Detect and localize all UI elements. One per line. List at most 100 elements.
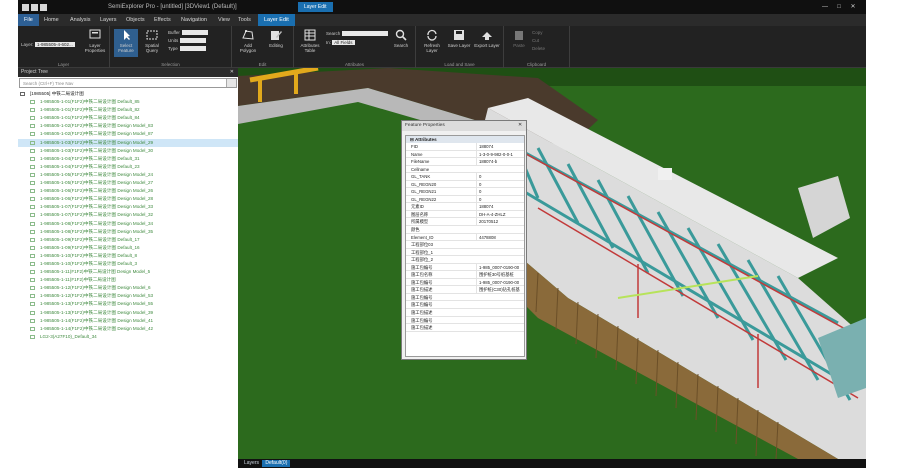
checkbox-icon[interactable] bbox=[20, 92, 25, 96]
checkbox-icon[interactable] bbox=[30, 245, 35, 250]
tree-item[interactable]: 1-985505-1-13(F1F2)中铁二局设计图 Design Model_… bbox=[18, 309, 238, 317]
property-row[interactable]: FID 188074 bbox=[406, 143, 524, 151]
tree-item[interactable]: 1-985505-1-05(F1F2)中铁二局设计图 Design Model_… bbox=[18, 179, 238, 187]
tree-item[interactable]: 1-985505-1-01(F1F2)中铁二局设计图 Default_84 bbox=[18, 114, 238, 122]
tab-view[interactable]: View bbox=[218, 14, 230, 26]
property-row[interactable]: FileName 188074-b bbox=[406, 158, 524, 166]
checkbox-icon[interactable] bbox=[30, 294, 35, 299]
units-field[interactable]: Units bbox=[168, 38, 207, 44]
checkbox-icon[interactable] bbox=[30, 164, 35, 169]
minimize-button[interactable]: — bbox=[818, 0, 832, 14]
editing-button[interactable]: Editing bbox=[264, 29, 288, 48]
property-row[interactable]: GL_TANK 0 bbox=[406, 173, 524, 181]
3d-scene[interactable] bbox=[238, 68, 866, 459]
tree-search-icon[interactable] bbox=[226, 79, 236, 87]
tree-item[interactable]: 1-985505-1-01(F1F2)中铁二局设计图 Default_85 bbox=[18, 98, 238, 106]
checkbox-icon[interactable] bbox=[30, 286, 35, 291]
layer-properties-button[interactable]: Layer Properties bbox=[82, 29, 108, 53]
tree-item[interactable]: 1-985505-1-10(F1F2)中铁二局设计图 Default_3 bbox=[18, 260, 238, 268]
property-row[interactable]: Element_ID 4478808 bbox=[406, 233, 524, 242]
property-row[interactable]: 工程部位03 bbox=[406, 241, 524, 249]
close-dialog-icon[interactable]: ✕ bbox=[518, 121, 522, 131]
copy-button[interactable]: Copy bbox=[532, 30, 543, 35]
tree-item[interactable]: 1-985505-1-10(F1F2)中铁二局设计图 Default_8 bbox=[18, 252, 238, 260]
checkbox-icon[interactable] bbox=[30, 334, 35, 339]
tab-effects[interactable]: Effects bbox=[154, 14, 171, 26]
tree-search-field[interactable]: Search (Ctrl+F) Tree Nav bbox=[19, 78, 237, 88]
tree-item[interactable]: 1-985505-1-08(F1F2)中铁二局设计图 Design Model_… bbox=[18, 220, 238, 228]
undo-icon[interactable] bbox=[40, 4, 47, 11]
buffer-field[interactable]: Buffer bbox=[168, 30, 208, 36]
tree-item[interactable]: 1-985505-1-01(F1F2)中铁二局设计图 Default_82 bbox=[18, 106, 238, 114]
checkbox-icon[interactable] bbox=[30, 124, 35, 129]
search-button[interactable]: Search bbox=[390, 29, 412, 48]
property-row[interactable]: GL_REGN21 0 bbox=[406, 188, 524, 196]
property-row[interactable]: GL_REGN22 0 bbox=[406, 195, 524, 204]
checkbox-icon[interactable] bbox=[30, 116, 35, 121]
property-row[interactable]: Cellname bbox=[406, 166, 524, 174]
checkbox-icon[interactable] bbox=[30, 221, 35, 226]
tab-tools[interactable]: Tools bbox=[238, 14, 251, 26]
property-row[interactable]: 所属模型 20170512 bbox=[406, 218, 524, 227]
tab-home[interactable]: Home bbox=[44, 14, 59, 26]
tree-item[interactable]: 1-985505-1-07(F1F2)中铁二局设计图 Design Model_… bbox=[18, 211, 238, 219]
type-select[interactable] bbox=[179, 46, 206, 52]
checkbox-icon[interactable] bbox=[30, 108, 35, 113]
tree-item[interactable]: 1-985505-1-03(F1F2)中铁二局设计图 Design Model_… bbox=[18, 138, 238, 147]
checkbox-icon[interactable] bbox=[30, 310, 35, 315]
checkbox-icon[interactable] bbox=[30, 197, 35, 202]
tab-navigation[interactable]: Navigation bbox=[181, 14, 207, 26]
attributes-table-button[interactable]: Attributes Table bbox=[298, 29, 322, 53]
save-icon[interactable] bbox=[31, 4, 38, 11]
property-category[interactable]: ⊟ Attributes bbox=[406, 136, 524, 143]
checkbox-icon[interactable] bbox=[30, 148, 35, 153]
tree-item[interactable]: 1-985505-1-06(F1F2)中铁二局设计图 Design Model_… bbox=[18, 195, 238, 203]
checkbox-icon[interactable] bbox=[30, 100, 35, 105]
property-row[interactable]: 施工包编号 bbox=[406, 301, 524, 310]
tree-item[interactable]: 1-985505-1-13(F1F2)中铁二局设计图 Design Model_… bbox=[18, 300, 238, 308]
tree-item[interactable]: 1-985505-1-03(F1F2)中铁二局设计图 Design Model_… bbox=[18, 147, 238, 155]
property-row[interactable]: 施工包编号 bbox=[406, 317, 524, 325]
tree-item[interactable]: 1-985505-1-09(F1F2)中铁二局设计图 Default_17 bbox=[18, 236, 238, 244]
layer-selector[interactable]: 1-985505-4-602... bbox=[35, 42, 75, 47]
checkbox-icon[interactable] bbox=[30, 270, 35, 275]
property-row[interactable]: 施工包编号 bbox=[406, 294, 524, 302]
property-row[interactable]: Name 1-3-0-9-982-0-0-1 bbox=[406, 150, 524, 159]
property-row[interactable]: 施工包描述 bbox=[406, 324, 524, 332]
checkbox-icon[interactable] bbox=[30, 156, 35, 161]
checkbox-icon[interactable] bbox=[30, 253, 35, 258]
checkbox-icon[interactable] bbox=[30, 189, 35, 194]
units-select[interactable] bbox=[180, 38, 207, 44]
checkbox-icon[interactable] bbox=[30, 172, 35, 177]
property-row[interactable]: GL_REGN20 0 bbox=[406, 180, 524, 189]
tree-item[interactable]: 1-985505-1-02(F1F2)中铁二局设计图 Design Model_… bbox=[18, 122, 238, 130]
tree-item[interactable]: 1-985505-1-12(F1F2)中铁二局设计图 Design Model_… bbox=[18, 292, 238, 300]
checkbox-icon[interactable] bbox=[30, 229, 35, 234]
status-badge[interactable]: Default(0) bbox=[262, 460, 291, 467]
property-row[interactable]: 施工包编号 1-985_0007-0190-00 bbox=[406, 278, 524, 287]
tree-item[interactable]: 1-985505-1-11(F1F2)中铁二局设计图 Design Model_… bbox=[18, 268, 238, 276]
tree-item[interactable]: 1-985505-1-12(F1F2)中铁二局设计图 Design Model_… bbox=[18, 284, 238, 292]
checkbox-icon[interactable] bbox=[30, 278, 35, 283]
spatial-query-button[interactable]: Spatial Query bbox=[140, 29, 164, 53]
checkbox-icon[interactable] bbox=[30, 326, 35, 331]
tree-item[interactable]: 1-985505-1-04(F1F2)中铁二局设计图 Default_31 bbox=[18, 155, 238, 163]
search-in-select[interactable]: All Fields bbox=[332, 40, 355, 45]
checkbox-icon[interactable] bbox=[30, 205, 35, 210]
tab-layers[interactable]: Layers bbox=[100, 14, 117, 26]
property-row[interactable]: 图层名称 DH-A-4-ZHLZ bbox=[406, 210, 524, 219]
save-layer-button[interactable]: Save Layer bbox=[447, 29, 471, 48]
tab-file[interactable]: File bbox=[18, 14, 39, 26]
delete-button[interactable]: Delete bbox=[532, 46, 545, 51]
checkbox-icon[interactable] bbox=[30, 213, 35, 218]
attribute-search-input[interactable] bbox=[342, 31, 389, 37]
checkbox-icon[interactable] bbox=[30, 318, 35, 323]
property-row[interactable]: 工程部位_2 bbox=[406, 256, 524, 264]
close-panel-icon[interactable]: ✕ bbox=[230, 68, 234, 77]
3d-viewport[interactable] bbox=[238, 68, 866, 459]
property-row[interactable]: 施工包编号 1-985_0007-0190-00 bbox=[406, 263, 524, 272]
checkbox-icon[interactable] bbox=[30, 181, 35, 186]
tree-item[interactable]: 1-985505-1-08(F1F2)中铁二局设计图 Design Model_… bbox=[18, 228, 238, 236]
tree-item[interactable]: 1-985505-1-06(F1F2)中铁二局设计图 Design Model_… bbox=[18, 187, 238, 195]
checkbox-icon[interactable] bbox=[30, 261, 35, 266]
